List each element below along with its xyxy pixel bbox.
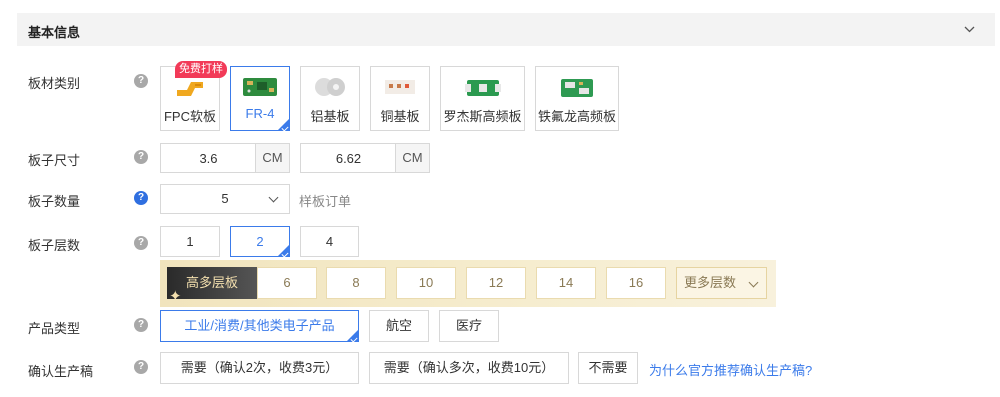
aluminum-board-icon: [315, 78, 345, 96]
confirm-label: 确认生产稿: [28, 364, 94, 379]
layer-option-4[interactable]: 4: [300, 226, 359, 257]
why-confirm-link[interactable]: 为什么官方推荐确认生产稿?: [649, 360, 812, 379]
layer-option-label: 16: [628, 275, 644, 290]
free-sample-badge: 免费打样: [175, 61, 227, 78]
confirm-option-label: 需要（确认2次，收费3元）: [180, 360, 339, 375]
quantity-value: 5: [221, 191, 229, 206]
chevron-down-icon: [748, 277, 759, 288]
layer-option-14[interactable]: 14: [536, 267, 596, 299]
layer-option-16[interactable]: 16: [606, 267, 666, 299]
material-option-label: 罗杰斯高频板: [443, 109, 522, 124]
selected-check-icon: [281, 124, 289, 132]
help-icon[interactable]: ?: [134, 74, 148, 88]
quantity-select[interactable]: 5: [160, 184, 290, 214]
layer-option-label: 12: [488, 275, 504, 290]
help-icon[interactable]: ?: [134, 150, 148, 164]
material-option-aluminum[interactable]: 铝基板: [300, 66, 360, 131]
quantity-note: 样板订单: [299, 194, 352, 209]
help-icon[interactable]: ?: [134, 318, 148, 332]
help-icon[interactable]: ?: [134, 236, 148, 250]
material-option-rogers[interactable]: 罗杰斯高频板: [440, 66, 525, 131]
width-input[interactable]: 3.6 CM: [160, 143, 290, 173]
layer-option-label: 14: [558, 275, 574, 290]
teflon-board-icon: [561, 79, 593, 97]
help-icon[interactable]: ?: [134, 191, 148, 205]
copper-board-icon: [385, 80, 415, 94]
layer-option-label: 1: [186, 234, 194, 249]
material-option-copper[interactable]: 铜基板: [370, 66, 430, 131]
product-type-industrial[interactable]: 工业/消费/其他类电子产品: [160, 310, 359, 343]
height-unit: CM: [395, 144, 429, 172]
height-input[interactable]: 6.62 CM: [300, 143, 430, 173]
layer-option-label: 4: [325, 234, 334, 249]
material-option-label: 铝基板: [310, 109, 350, 124]
product-type-label: 医疗: [455, 318, 482, 333]
section-header[interactable]: 基本信息: [17, 13, 995, 46]
rogers-board-icon: [464, 80, 501, 96]
material-option-fr4[interactable]: FR-4: [230, 66, 290, 132]
fr4-board-icon: [243, 78, 277, 96]
section-title: 基本信息: [28, 25, 81, 40]
product-type-label: 产品类型: [28, 321, 81, 336]
layer-option-label: 2: [256, 234, 264, 249]
chevron-down-icon: [268, 192, 279, 203]
confirm-option-label: 需要（确认多次，收费10元）: [383, 360, 555, 375]
layer-option-label: 6: [283, 275, 291, 290]
confirm-option-twice[interactable]: 需要（确认2次，收费3元）: [160, 352, 359, 384]
layers-label: 板子层数: [28, 238, 81, 253]
material-option-label: FR-4: [245, 106, 275, 121]
material-label: 板材类别: [28, 76, 81, 91]
product-type-label: 航空: [385, 318, 412, 333]
chevron-down-icon[interactable]: [964, 24, 975, 35]
layer-option-8[interactable]: 8: [326, 267, 386, 299]
selected-check-icon: [350, 335, 358, 343]
material-option-label: 铁氟龙高频板: [537, 109, 616, 124]
more-layers-dropdown[interactable]: 更多层数: [676, 267, 767, 299]
selected-check-icon: [281, 250, 289, 258]
layer-option-10[interactable]: 10: [396, 267, 456, 299]
material-option-label: 铜基板: [380, 109, 420, 124]
sparkle-icon: ✦: [169, 288, 182, 305]
layer-option-2[interactable]: 2: [230, 226, 290, 258]
product-type-medical[interactable]: 医疗: [439, 310, 499, 342]
product-type-aviation[interactable]: 航空: [369, 310, 429, 342]
fpc-board-icon: [177, 82, 203, 96]
width-unit: CM: [255, 144, 289, 172]
high-layer-tag: ✦ 高多层板: [167, 267, 257, 305]
more-layers-label: 更多层数: [684, 275, 737, 290]
layer-option-label: 10: [418, 275, 434, 290]
confirm-option-multiple[interactable]: 需要（确认多次，收费10元）: [369, 352, 569, 384]
material-option-label: FPC软板: [163, 109, 216, 124]
high-layer-tag-label: 高多层板: [186, 275, 239, 290]
size-label: 板子尺寸: [28, 153, 81, 168]
layer-option-12[interactable]: 12: [466, 267, 526, 299]
product-type-label: 工业/消费/其他类电子产品: [184, 318, 335, 333]
height-value[interactable]: 6.62: [301, 151, 396, 166]
width-value[interactable]: 3.6: [161, 151, 256, 166]
layer-option-label: 8: [352, 275, 360, 290]
layer-option-6[interactable]: 6: [257, 267, 317, 299]
quantity-label: 板子数量: [28, 194, 81, 209]
confirm-option-none[interactable]: 不需要: [578, 352, 638, 384]
help-icon[interactable]: ?: [134, 360, 148, 374]
confirm-option-label: 不需要: [588, 360, 628, 375]
material-option-teflon[interactable]: 铁氟龙高频板: [535, 66, 619, 131]
layer-option-1[interactable]: 1: [160, 226, 220, 257]
